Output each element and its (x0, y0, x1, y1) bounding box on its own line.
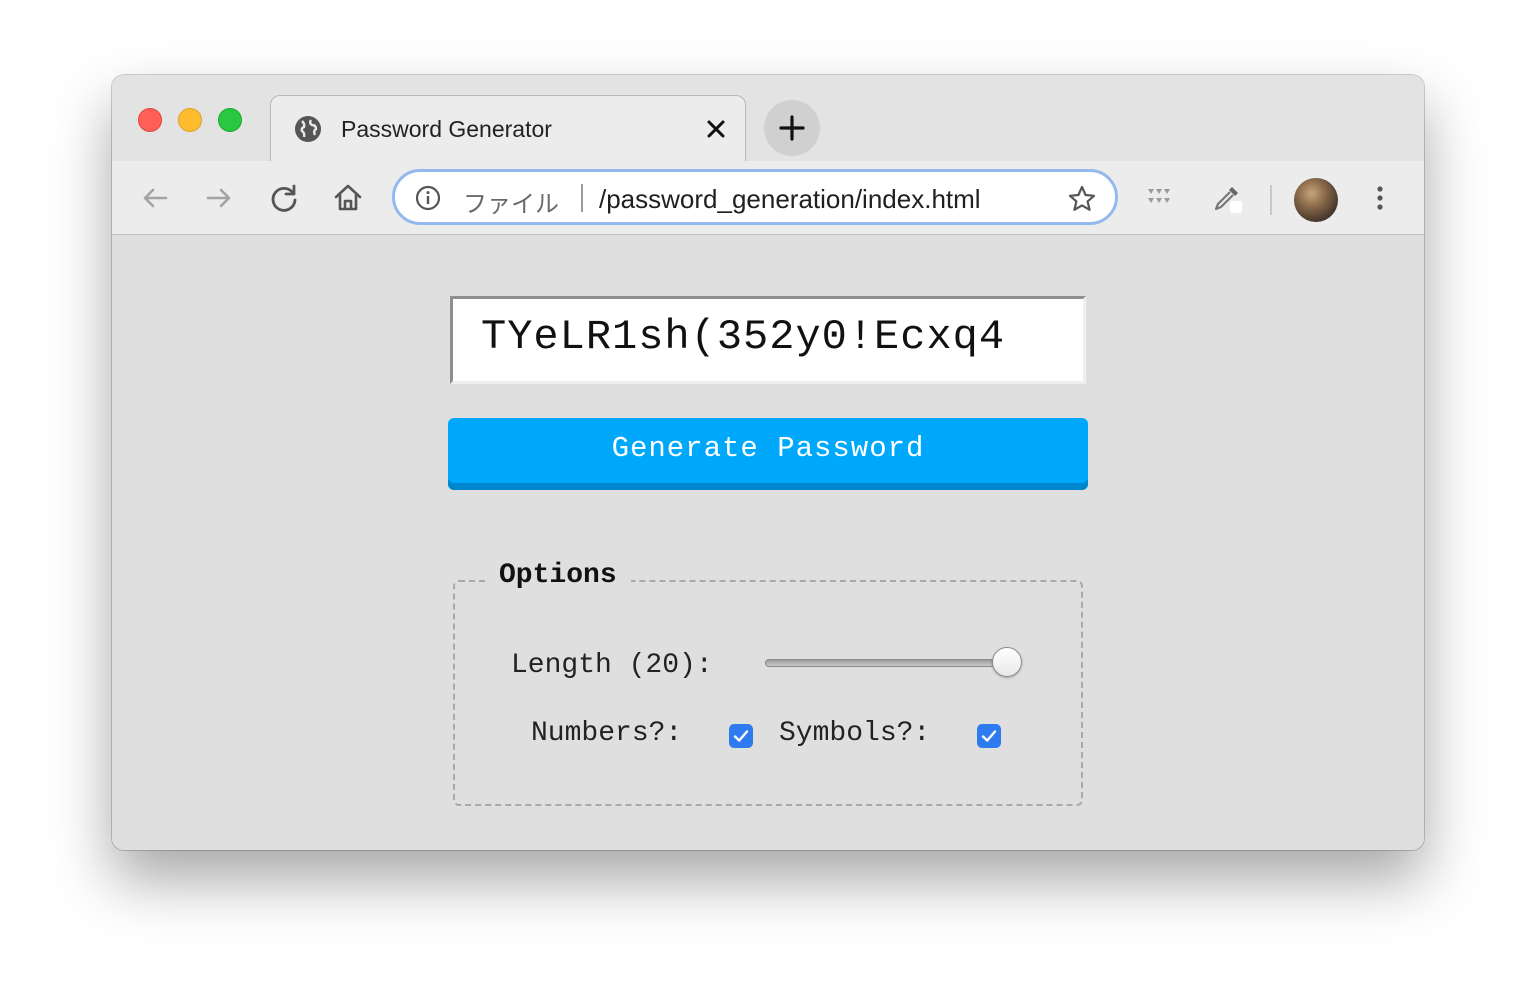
length-label: Length (20): (511, 650, 713, 681)
length-slider-track[interactable] (765, 659, 1011, 667)
forward-arrow-icon[interactable] (202, 181, 236, 215)
minimize-window-button[interactable] (178, 108, 202, 132)
address-scheme-label: ファイル (463, 191, 559, 218)
symbols-checkbox[interactable] (977, 724, 1001, 748)
options-legend: Options (485, 560, 631, 591)
plus-icon (779, 115, 805, 141)
checkmark-icon (733, 730, 749, 742)
checkmark-icon (981, 730, 997, 742)
address-url[interactable]: /password_generation/index.html (599, 184, 981, 215)
page-content: TYeLR1sh(352y0!Ecxq4 Generate Password O… (112, 235, 1424, 850)
numbers-checkbox[interactable] (729, 724, 753, 748)
title-bar: Password Generator (112, 75, 1424, 162)
extension-icon[interactable] (1144, 181, 1178, 215)
info-icon[interactable] (415, 185, 441, 211)
password-text: TYeLR1sh(352y0!Ecxq4 (481, 313, 1006, 361)
tab-password-generator[interactable]: Password Generator (270, 95, 746, 162)
new-tab-button[interactable] (764, 100, 820, 156)
globe-icon (295, 116, 321, 142)
eyedropper-icon[interactable] (1210, 181, 1244, 215)
numbers-label: Numbers?: (531, 718, 683, 749)
reload-icon[interactable] (267, 181, 301, 215)
length-slider-thumb[interactable] (991, 647, 1022, 677)
generate-password-button[interactable]: Generate Password (448, 418, 1088, 490)
generate-password-label: Generate Password (611, 432, 925, 465)
options-fieldset: Options Length (20): Numbers?: Symbols?: (453, 560, 1083, 806)
profile-avatar[interactable] (1294, 178, 1338, 222)
home-icon[interactable] (331, 181, 365, 215)
zoom-window-button[interactable] (218, 108, 242, 132)
browser-window: Password Generator ファイル /password_genera… (112, 75, 1424, 850)
bookmark-star-icon[interactable] (1067, 184, 1097, 214)
tab-title: Password Generator (341, 116, 552, 142)
menu-dots-icon[interactable] (1363, 181, 1397, 215)
toolbar-divider (1270, 185, 1272, 215)
password-output-field[interactable]: TYeLR1sh(352y0!Ecxq4 (450, 296, 1086, 384)
close-tab-icon[interactable] (703, 116, 729, 142)
symbols-label: Symbols?: (779, 718, 931, 749)
address-divider (581, 184, 583, 212)
browser-toolbar: ファイル /password_generation/index.html (112, 161, 1424, 235)
close-window-button[interactable] (138, 108, 162, 132)
back-arrow-icon[interactable] (138, 181, 172, 215)
address-bar[interactable]: ファイル /password_generation/index.html (392, 169, 1118, 225)
